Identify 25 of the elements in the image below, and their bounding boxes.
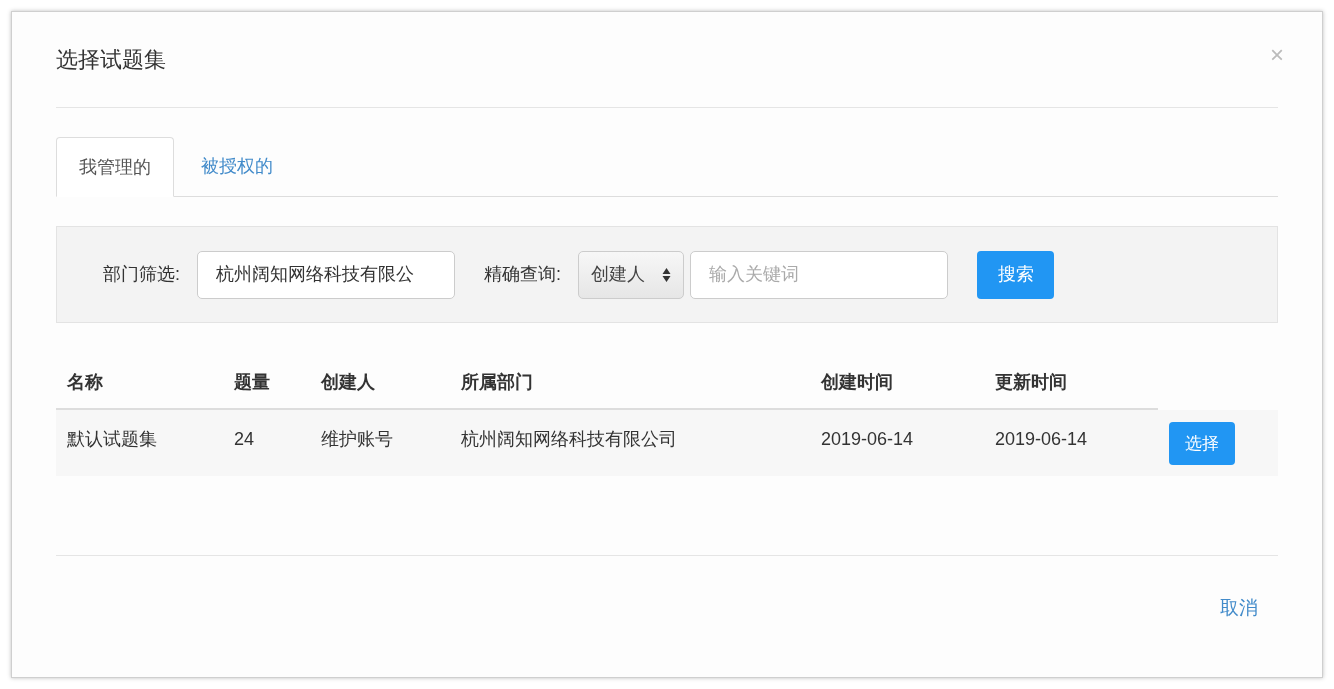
table-cell-text: 2019-06-14: [995, 428, 1088, 451]
query-select[interactable]: 创建人: [578, 250, 685, 299]
select-button[interactable]: 选择: [1169, 422, 1235, 465]
table-cell-text: 2019-06-14: [821, 428, 914, 451]
dialog-title: 选择试题集: [56, 46, 166, 74]
close-button[interactable]: ×: [1270, 42, 1284, 67]
filter-label: 精确查询:: [484, 263, 562, 286]
table-cell-text: 默认试题集: [67, 428, 157, 451]
filter-label: 部门筛选:: [103, 263, 180, 286]
table-cell-text: 维护账号: [321, 428, 393, 451]
table-cell-text: 24: [234, 428, 255, 451]
table-cell-text: 杭州阔知网络科技有限公司: [461, 428, 677, 451]
column-header: 创建时间: [821, 370, 893, 394]
department-field[interactable]: 杭州阔知网络科技有限公: [197, 250, 455, 299]
tab[interactable]: 被授权的: [174, 137, 300, 196]
tab[interactable]: 我管理的: [56, 137, 174, 197]
cancel-link[interactable]: 取消: [1220, 594, 1258, 623]
search-button[interactable]: 搜索: [977, 250, 1055, 299]
updown-icon: [662, 266, 672, 283]
column-header: 创建人: [321, 370, 375, 394]
column-header: 题量: [234, 370, 270, 394]
column-header: 名称: [67, 370, 103, 394]
column-header: 所属部门: [461, 370, 533, 394]
keyword-field[interactable]: 输入关键词: [690, 250, 949, 299]
column-header: 更新时间: [995, 370, 1067, 394]
